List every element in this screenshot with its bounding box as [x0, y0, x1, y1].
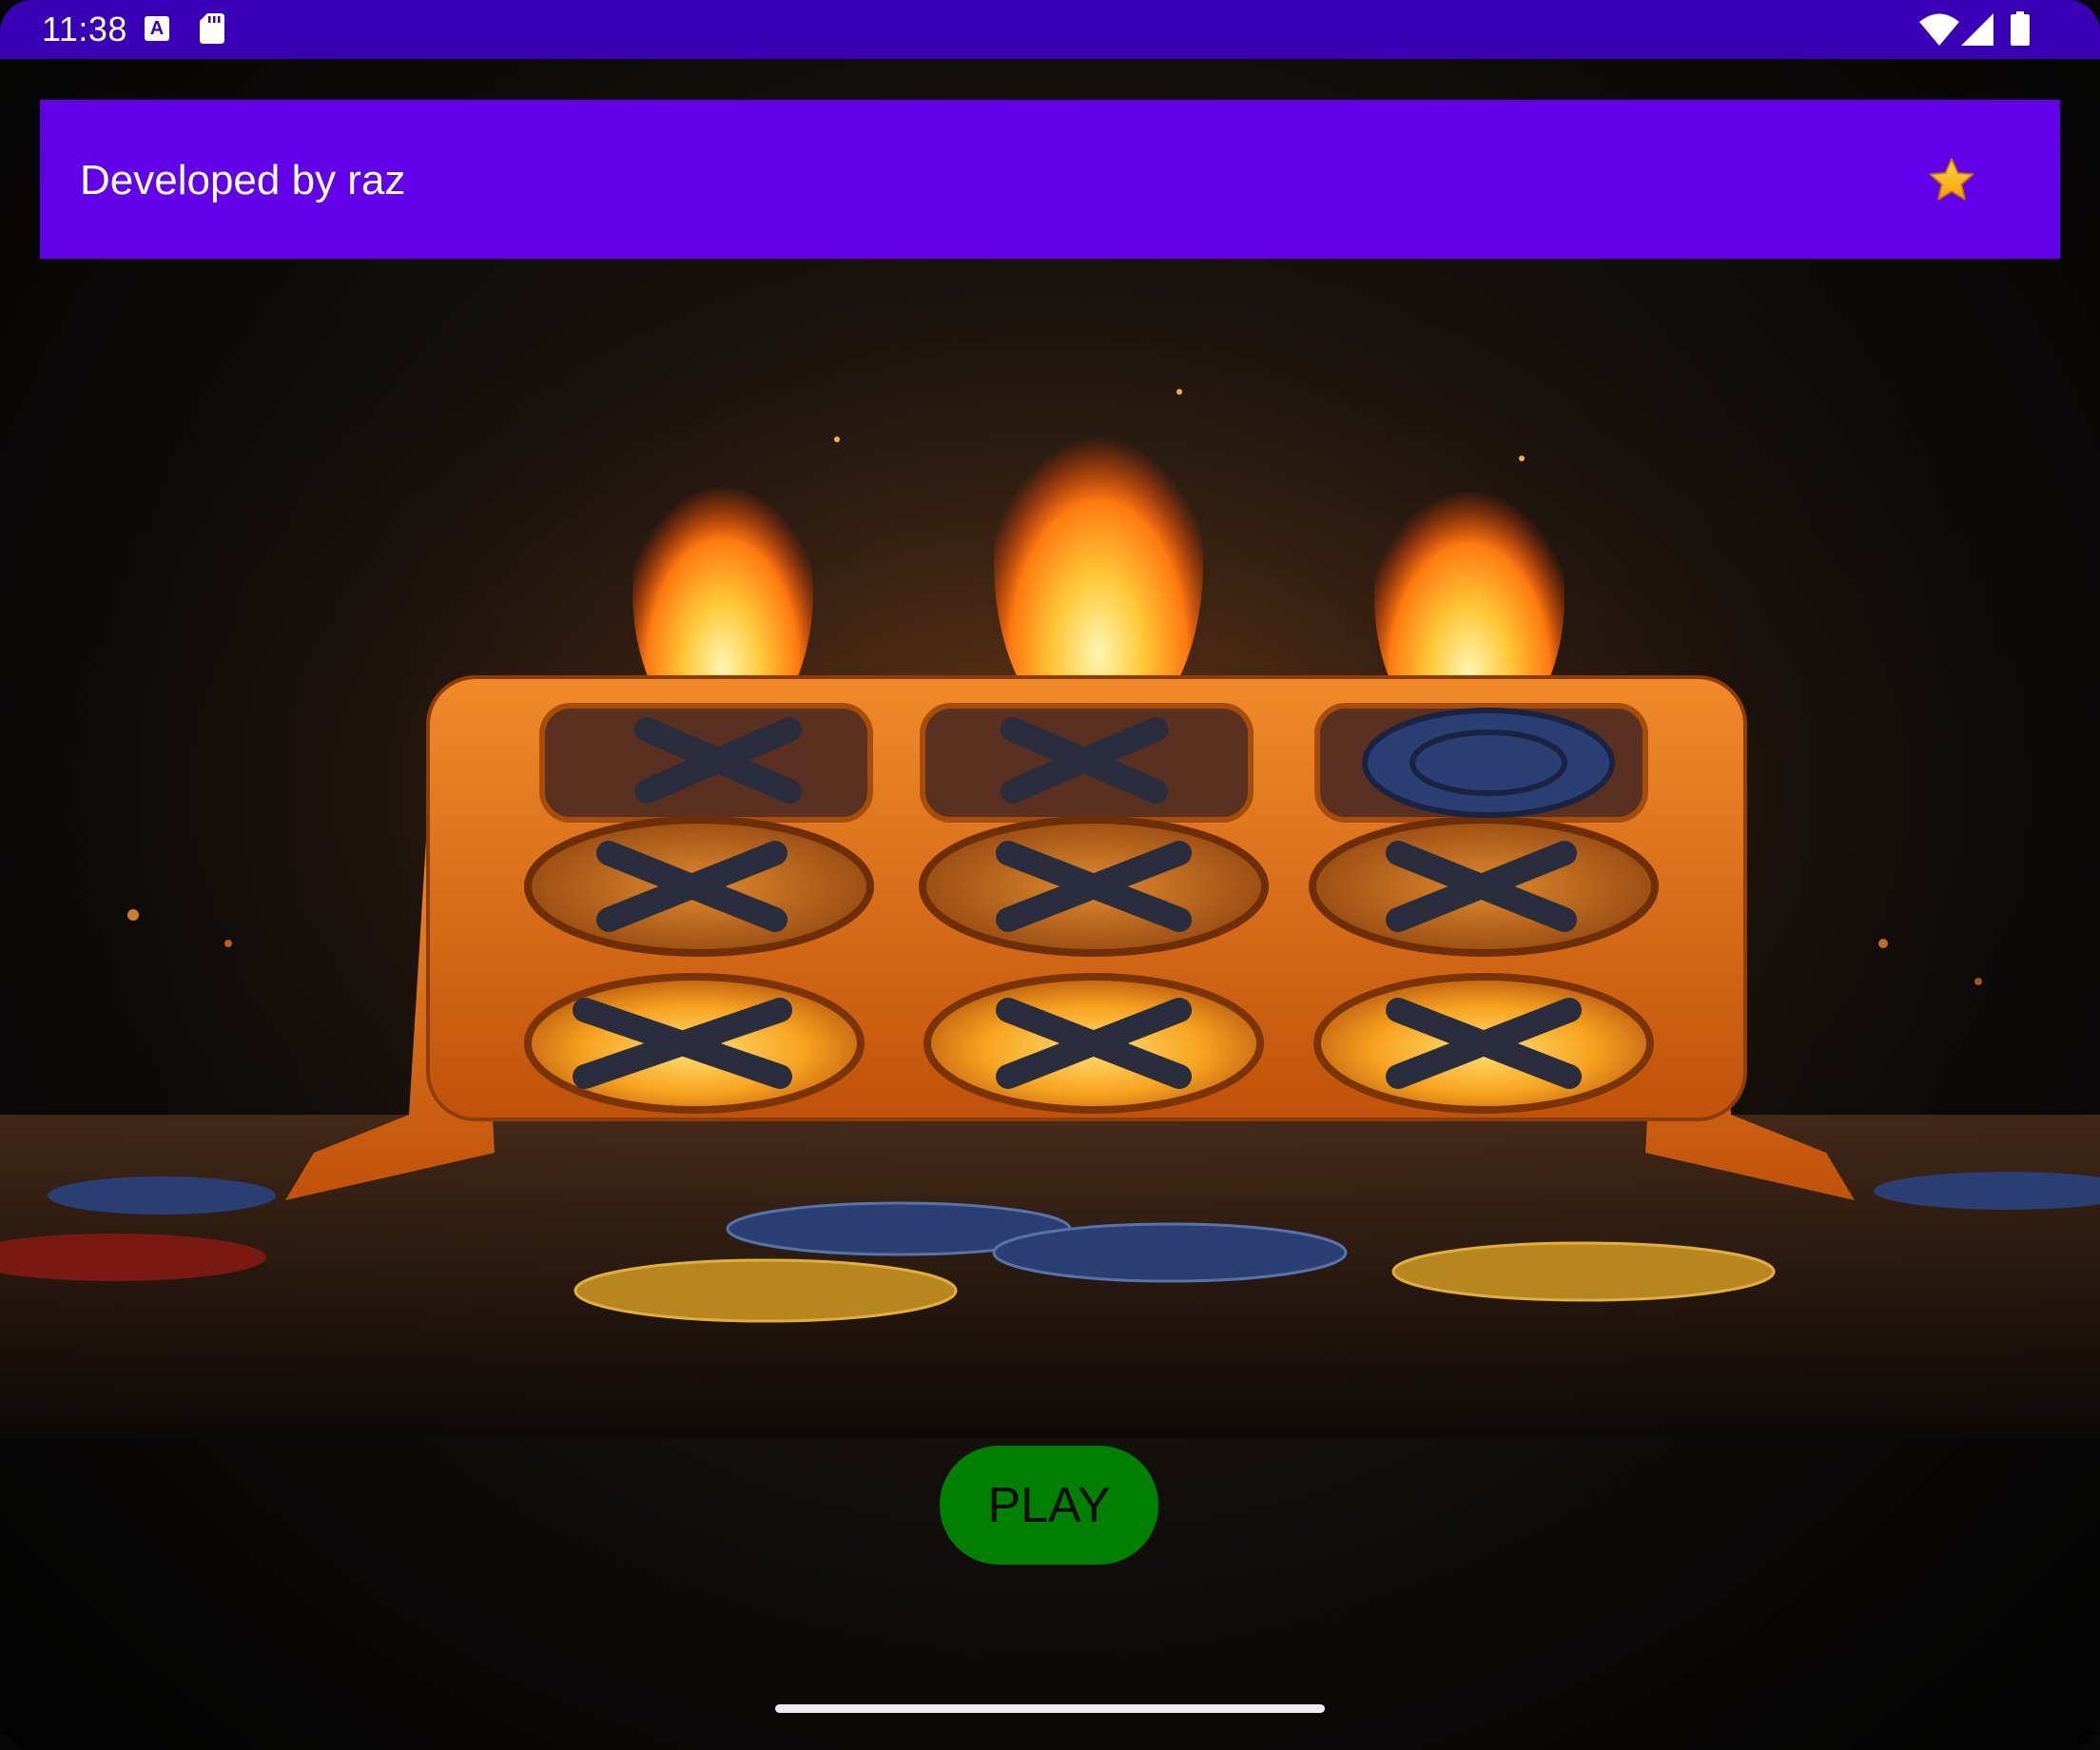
status-bar: 11:38 A	[0, 0, 2100, 59]
wifi-icon	[1919, 13, 1959, 46]
app-title: Developed by raz	[80, 157, 406, 204]
signal-icon	[1961, 13, 1993, 46]
status-time: 11:38	[42, 10, 127, 49]
app-bar: Developed by raz	[40, 100, 2060, 259]
sd-card-icon	[200, 13, 224, 44]
tic-tac-toe-fire-illustration	[0, 259, 2100, 1438]
favorite-button[interactable]	[1918, 147, 1985, 214]
play-button[interactable]: PLAY	[940, 1446, 1158, 1565]
a-icon: A	[145, 16, 169, 41]
home-indicator[interactable]	[775, 1704, 1325, 1713]
battery-icon	[2011, 11, 2030, 46]
app-screen: 11:38 A Developed by raz PLAY	[0, 0, 2100, 1750]
star-icon	[1929, 158, 1974, 201]
